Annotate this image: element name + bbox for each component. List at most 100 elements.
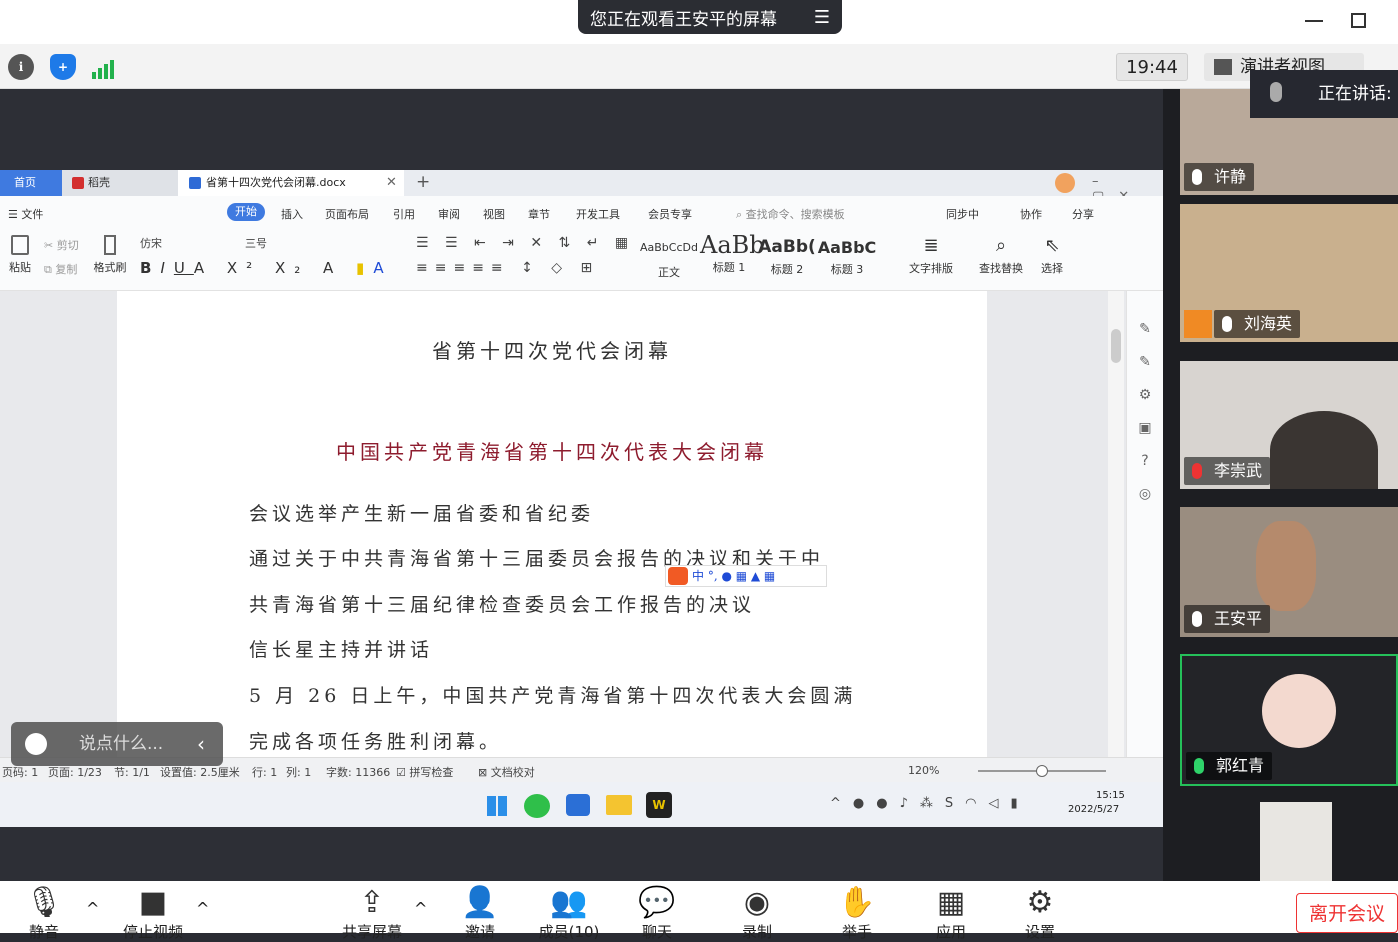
record-icon: ◉ — [743, 885, 771, 920]
tab-home[interactable]: 首页 — [0, 170, 62, 196]
wechat-icon[interactable] — [524, 794, 550, 818]
find-replace-button[interactable]: ⌕ 查找替换 — [972, 235, 1030, 276]
doc-line: 完成各项任务胜利闭幕。 — [249, 731, 503, 753]
mute-button[interactable]: 🎙 静音 — [22, 885, 66, 942]
text-layout-button[interactable]: ≣ 文字排版 — [902, 235, 960, 276]
menu-icon[interactable]: ☰ — [814, 7, 830, 28]
share-screen-button[interactable]: ⇪ 共享屏幕 — [336, 885, 408, 942]
menu-review[interactable]: 审阅 — [438, 206, 460, 222]
video-icon: ■ — [138, 885, 168, 920]
stop-video-button[interactable]: ■ 停止视频 — [116, 885, 190, 942]
style-heading-1[interactable]: AaBb 标题 1 — [700, 231, 765, 275]
chevron-up-icon[interactable]: ^ — [196, 899, 209, 918]
security-shield-icon[interactable]: + — [50, 54, 76, 80]
search-icon: ⌕ — [995, 235, 1007, 256]
spell-check-button[interactable]: ☑ 拼写检查 — [396, 764, 453, 780]
members-button[interactable]: 👥 成员(10) — [530, 885, 608, 942]
file-menu[interactable]: ☰ 文件 — [8, 206, 43, 222]
record-button[interactable]: ◉ 录制 — [734, 885, 780, 942]
ribbon-menu: ☰ 文件 开始 插入 页面布局 引用 审阅 视图 章节 开发工具 会员专享 ⌕ … — [0, 196, 1163, 229]
apps-button[interactable]: ▦ 应用 — [928, 885, 974, 942]
select-button[interactable]: ⇖ 选择 — [1032, 235, 1072, 276]
scrollbar-thumb[interactable] — [1111, 329, 1121, 363]
raise-hand-button[interactable]: ✋ 举手 — [834, 885, 880, 942]
font-select[interactable]: 仿宋 — [140, 235, 240, 251]
copy-button[interactable]: ⧉ 复制 — [44, 261, 77, 277]
zoom-handle[interactable] — [1036, 765, 1048, 777]
mic-on-icon — [1194, 758, 1204, 774]
system-tray[interactable]: ^●●♪⁂S◠◁▮ — [830, 796, 1030, 811]
participant-tile[interactable] — [1180, 802, 1398, 881]
maximize-button[interactable] — [1351, 13, 1366, 28]
settings-button[interactable]: ⚙ 设置 — [1017, 885, 1063, 942]
cut-button[interactable]: ✂ 剪切 — [44, 237, 79, 253]
docer-icon — [72, 177, 84, 189]
side-tools[interactable]: ✎ ✎ ⚙ ▣? ◎ — [1126, 291, 1163, 757]
chat-input[interactable]: 说点什么... ‹ — [11, 722, 223, 766]
collapse-chevron-icon[interactable]: ‹ — [197, 722, 205, 766]
participant-tile-active[interactable]: 郭红青 — [1180, 654, 1398, 786]
style-heading-2[interactable]: AaBb( 标题 2 — [758, 237, 816, 277]
info-icon[interactable]: i — [8, 54, 34, 80]
paste-button[interactable]: 粘贴 — [6, 235, 34, 275]
folder-icon[interactable] — [606, 795, 632, 815]
menu-view[interactable]: 视图 — [483, 206, 505, 222]
menu-start[interactable]: 开始 — [227, 203, 265, 221]
word-doc-icon — [189, 177, 201, 189]
collaborate-button[interactable]: 协作 — [1020, 206, 1042, 222]
sync-status[interactable]: 同步中 — [946, 206, 979, 222]
chevron-up-icon[interactable]: ^ — [414, 899, 427, 918]
font-size-select[interactable]: 三号 — [245, 235, 295, 251]
vertical-scrollbar[interactable] — [1108, 291, 1124, 757]
menu-references[interactable]: 引用 — [393, 206, 415, 222]
sogou-icon — [668, 567, 688, 585]
align-buttons[interactable]: ≡≡≡≡≡ ↕ ◇ ⊞ — [416, 260, 599, 276]
ime-toolbar[interactable]: 中 °, ● ▦ ▲ ▦ — [665, 565, 827, 587]
meeting-toolbar: 🎙 静音 ^ ■ 停止视频 ^ ⇪ 共享屏幕 ^ 👤 邀请 👥 成员(10) 💬… — [0, 881, 1398, 941]
wps-taskbar-icon[interactable]: W — [646, 792, 672, 818]
list-buttons[interactable]: ☰ ☰ ⇤ ⇥ ✕ ⇅ ↵ ▦ — [416, 235, 634, 251]
paste-icon — [11, 235, 29, 255]
zoom-slider[interactable] — [978, 765, 1106, 777]
close-tab-icon[interactable]: ✕ — [386, 175, 397, 190]
mic-on-icon — [1192, 169, 1202, 185]
chat-button[interactable]: 💬 聊天 — [634, 885, 680, 942]
participant-tile[interactable]: 王安平 — [1180, 507, 1398, 637]
emoji-icon[interactable] — [25, 733, 47, 755]
format-buttons[interactable]: BIUA X² X₂ A ▮A — [140, 259, 393, 277]
screen-share-banner[interactable]: 您正在观看王安平的屏幕 ☰ — [578, 0, 842, 34]
mic-icon: 🎙 — [24, 885, 64, 920]
chevron-up-icon[interactable]: ^ — [86, 899, 99, 918]
signal-icon[interactable] — [92, 57, 116, 79]
document-page[interactable]: 省第十四次党代会闭幕 中国共产党青海省第十四次代表大会闭幕 会议选举产生新一届省… — [117, 291, 987, 757]
avatar[interactable] — [1055, 173, 1075, 193]
meeting-app-icon[interactable] — [566, 794, 590, 816]
menu-insert[interactable]: 插入 — [281, 206, 303, 222]
tab-document[interactable]: 省第十四次党代会闭幕.docx — [178, 170, 404, 196]
zoom-level[interactable]: 120% — [908, 764, 939, 777]
leave-meeting-button[interactable]: 离开会议 — [1296, 893, 1398, 933]
doc-line: 共青海省第十三届纪律检查委员会工作报告的决议 — [249, 594, 756, 616]
style-heading-3[interactable]: AaBbC 标题 3 — [816, 238, 878, 277]
menu-layout[interactable]: 页面布局 — [325, 206, 369, 222]
minimize-button[interactable] — [1305, 20, 1323, 22]
new-tab-icon[interactable]: + — [416, 172, 430, 192]
participant-tile[interactable]: 李崇武 — [1180, 361, 1398, 489]
windows-start-icon[interactable] — [487, 796, 507, 816]
menu-member[interactable]: 会员专享 — [648, 206, 692, 222]
doc-heading: 中国共产党青海省第十四次代表大会闭幕 — [336, 440, 768, 464]
mic-icon — [1270, 82, 1282, 102]
chat-icon: 💬 — [638, 885, 676, 920]
search-command[interactable]: ⌕ 查找命令、搜索模板 — [736, 206, 845, 222]
proofread-button[interactable]: ⊠ 文档校对 — [478, 764, 535, 780]
format-painter-button[interactable]: 格式刷 — [92, 235, 128, 275]
menu-developer[interactable]: 开发工具 — [576, 206, 620, 222]
doc-line: 信长星主持并讲话 — [249, 639, 434, 661]
share-button[interactable]: 分享 — [1072, 206, 1094, 222]
style-normal[interactable]: AaBbCcDd 正文 — [640, 241, 698, 280]
participant-tile[interactable]: 刘海英 — [1180, 204, 1398, 342]
menu-chapter[interactable]: 章节 — [528, 206, 550, 222]
participant-video — [1256, 521, 1316, 611]
invite-button[interactable]: 👤 邀请 — [456, 885, 504, 942]
doc-title: 省第十四次党代会闭幕 — [432, 339, 672, 363]
